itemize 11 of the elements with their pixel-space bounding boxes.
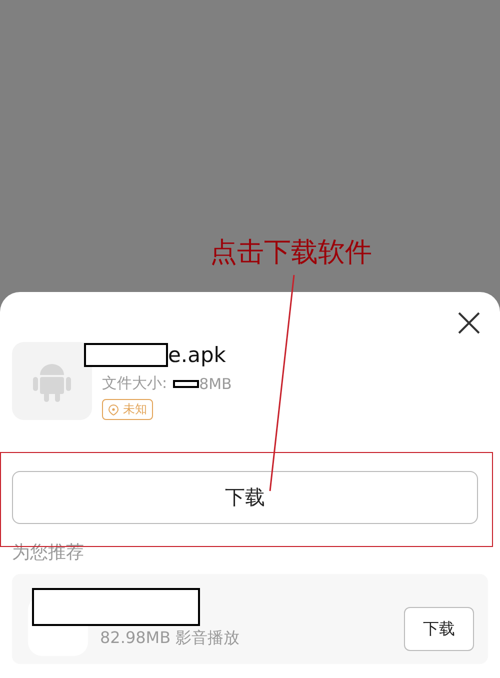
size-value: 8MB: [199, 374, 232, 392]
size-label: 文件大小:: [102, 374, 168, 393]
status-badge: 未知: [102, 399, 153, 420]
annotation-text: 点击下载软件: [210, 236, 372, 270]
close-icon[interactable]: [458, 312, 480, 334]
file-name: e.apk: [168, 343, 226, 367]
download-button[interactable]: 下载: [12, 471, 478, 524]
app-card[interactable]: 82.98MB 影音播放 下载: [12, 574, 488, 664]
redaction-box: [173, 380, 200, 388]
download-button[interactable]: 下载: [404, 607, 474, 651]
app-details: 82.98MB 影音播放: [100, 628, 241, 648]
